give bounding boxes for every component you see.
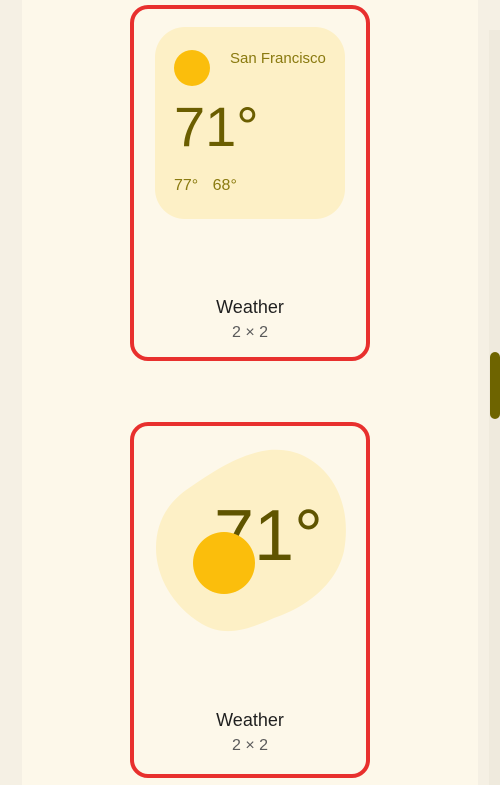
widget-size: 2 × 2 bbox=[231, 737, 269, 754]
weather-widget-preview: 71° bbox=[154, 446, 349, 636]
high-temperature: 77° bbox=[174, 177, 199, 194]
widget-name: Weather bbox=[216, 297, 284, 317]
widget-size: 2 × 2 bbox=[231, 324, 269, 341]
current-temperature: 71° bbox=[174, 95, 259, 158]
widget-option-weather-blob[interactable]: 71° Weather 2 × 2 bbox=[130, 422, 370, 778]
city-name: San Francisco bbox=[230, 50, 326, 67]
high-low-temperature: 77° 68° bbox=[174, 177, 237, 195]
scrollbar-thumb[interactable] bbox=[490, 352, 500, 419]
widget-option-weather-square[interactable]: San Francisco 71° 77° 68° Weather 2 × 2 bbox=[130, 5, 370, 361]
widget-name: Weather bbox=[216, 710, 284, 730]
sun-icon bbox=[174, 50, 210, 86]
weather-widget-preview: San Francisco 71° 77° 68° bbox=[155, 27, 345, 219]
low-temperature: 68° bbox=[212, 177, 237, 194]
sun-icon bbox=[193, 532, 255, 594]
